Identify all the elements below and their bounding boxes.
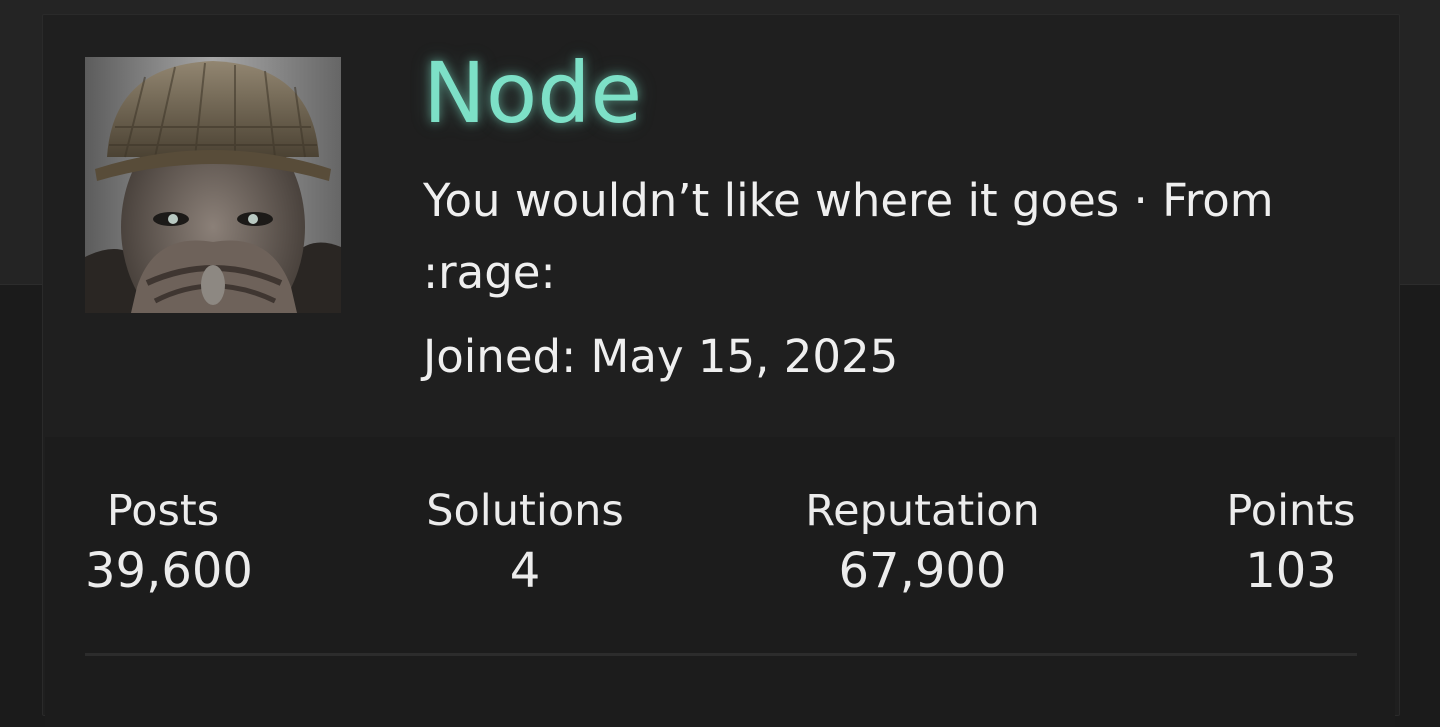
stat-label: Reputation xyxy=(805,486,1040,536)
stat-value: 67,900 xyxy=(838,543,1007,599)
stat-value: 103 xyxy=(1245,543,1337,599)
stat-solutions[interactable]: Solutions 4 xyxy=(405,479,645,599)
stat-posts[interactable]: Posts 39,600 xyxy=(85,479,253,599)
user-avatar[interactable] xyxy=(85,57,341,313)
stat-label: Posts xyxy=(106,486,220,536)
stats-panel: Posts 39,600 Solutions 4 Reputation 67,9… xyxy=(45,437,1395,727)
stat-reputation[interactable]: Reputation 67,900 xyxy=(790,479,1055,599)
stat-points[interactable]: Points 103 xyxy=(1203,479,1379,599)
stat-label: Solutions xyxy=(426,486,624,536)
username[interactable]: Node xyxy=(423,47,642,140)
stat-value: 39,600 xyxy=(85,543,253,599)
soldier-avatar-image xyxy=(85,57,341,313)
join-date: Joined: May 15, 2025 xyxy=(423,330,899,383)
user-tagline: You wouldn’t like where it goes · From :… xyxy=(423,174,1274,299)
stat-label: Points xyxy=(1226,486,1356,536)
stats-divider xyxy=(85,653,1357,656)
profile-card: Node You wouldn’t like where it goes · F… xyxy=(42,14,1400,727)
stat-value: 4 xyxy=(509,543,541,599)
